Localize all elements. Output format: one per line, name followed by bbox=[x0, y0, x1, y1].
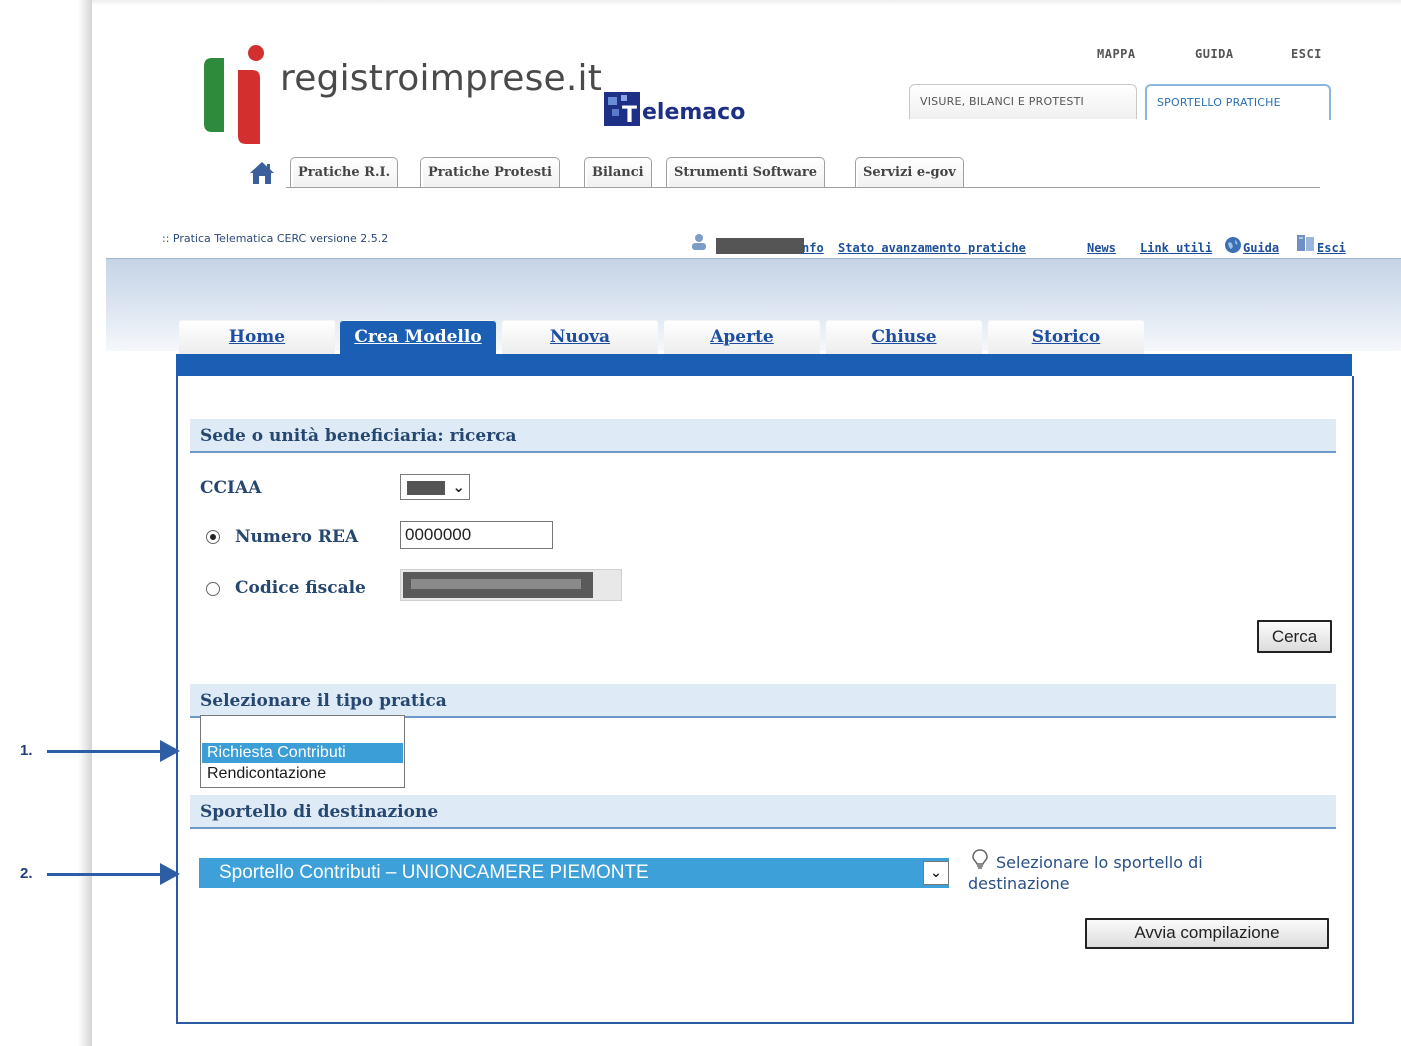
home-icon[interactable] bbox=[249, 160, 275, 186]
redacted-username bbox=[716, 238, 804, 254]
page-left-shadow bbox=[78, 0, 92, 1046]
page-top-edge bbox=[92, 0, 1401, 6]
tab-servizi-egov[interactable]: Servizi e-gov bbox=[855, 157, 964, 187]
brand-name[interactable]: registroimprese.it bbox=[280, 58, 602, 99]
tab-pratiche-ri[interactable]: Pratiche R.I. bbox=[290, 157, 399, 187]
top-link-guida[interactable]: GUIDA bbox=[1195, 47, 1234, 61]
esci-door-icon[interactable] bbox=[1296, 234, 1316, 252]
link-esci[interactable]: Esci bbox=[1317, 241, 1346, 255]
link-link-utili[interactable]: Link utili bbox=[1140, 241, 1212, 255]
main-tab-nuova[interactable]: Nuova bbox=[502, 320, 658, 356]
codice-fiscale-input[interactable] bbox=[400, 569, 622, 601]
step-1-label: 1. bbox=[20, 742, 33, 759]
telemaco-logo-icon: T bbox=[604, 92, 640, 126]
user-icon bbox=[692, 234, 706, 250]
tab-bilanci[interactable]: Bilanci bbox=[584, 157, 652, 187]
sportello-hint: Selezionare lo sportello di destinazione bbox=[968, 853, 1203, 893]
step-1-arrow-line bbox=[47, 750, 165, 753]
tipo-pratica-option-rendicontazione[interactable]: Rendicontazione bbox=[202, 764, 403, 784]
main-tab-crea-modello[interactable]: Crea Modello bbox=[340, 320, 496, 356]
arrow-right-icon bbox=[160, 863, 180, 885]
guida-globe-icon[interactable] bbox=[1224, 236, 1242, 254]
tipo-pratica-option-richiesta-contributi[interactable]: Richiesta Contributi bbox=[202, 743, 403, 763]
sportello-select[interactable]: Sportello Contributi – UNIONCAMERE PIEMO… bbox=[199, 858, 949, 888]
numero-rea-input[interactable]: 0000000 bbox=[400, 521, 553, 549]
link-info[interactable]: nfo bbox=[802, 241, 824, 255]
cciaa-label: CCIAA bbox=[200, 478, 262, 498]
nav-baseline bbox=[286, 187, 1320, 188]
telemaco-wordmark: elemaco bbox=[642, 100, 746, 125]
chevron-down-icon: ⌄ bbox=[923, 861, 949, 885]
tipo-pratica-listbox[interactable]: Richiesta Contributi Rendicontazione bbox=[200, 715, 405, 788]
top-link-mappa[interactable]: MAPPA bbox=[1097, 47, 1136, 61]
link-stato-avanzamento-pratiche[interactable]: Stato avanzamento pratiche bbox=[838, 241, 1026, 255]
cerca-button[interactable]: Cerca bbox=[1257, 620, 1332, 653]
telemaco-logo[interactable]: T elemaco bbox=[604, 92, 745, 126]
main-tab-storico[interactable]: Storico bbox=[988, 320, 1144, 356]
avvia-compilazione-button[interactable]: Avvia compilazione bbox=[1085, 918, 1329, 949]
radio-codice-fiscale[interactable] bbox=[206, 582, 220, 596]
tab-pratiche-protesti[interactable]: Pratiche Protesti bbox=[420, 157, 560, 187]
numero-rea-label: Numero REA bbox=[235, 527, 359, 547]
tab-strumenti-software[interactable]: Strumenti Software bbox=[666, 157, 826, 187]
tab-sportello-pratiche[interactable]: SPORTELLO PRATICHE bbox=[1145, 84, 1331, 120]
registroimprese-logo-icon[interactable] bbox=[202, 44, 272, 146]
main-tab-chiuse[interactable]: Chiuse bbox=[826, 320, 982, 356]
chevron-down-icon: ⌄ bbox=[452, 478, 465, 496]
section-title-tipo-pratica: Selezionare il tipo pratica bbox=[190, 684, 1336, 718]
main-tab-aperte[interactable]: Aperte bbox=[664, 320, 820, 356]
link-guida[interactable]: Guida bbox=[1243, 241, 1279, 255]
step-2-arrow-line bbox=[47, 873, 165, 876]
tab-visure-bilanci-protesti[interactable]: VISURE, BILANCI E PROTESTI bbox=[909, 84, 1137, 119]
radio-numero-rea[interactable] bbox=[206, 530, 220, 544]
redacted-cciaa-value bbox=[407, 481, 445, 495]
codice-fiscale-label: Codice fiscale bbox=[235, 578, 366, 598]
cciaa-select[interactable]: ⌄ bbox=[400, 474, 470, 500]
section-title-sportello: Sportello di destinazione bbox=[190, 795, 1336, 829]
step-2-label: 2. bbox=[20, 865, 33, 882]
link-news[interactable]: News bbox=[1087, 241, 1116, 255]
top-link-esci[interactable]: ESCI bbox=[1291, 47, 1322, 61]
arrow-right-icon bbox=[160, 740, 180, 762]
tipo-pratica-option-empty[interactable] bbox=[202, 717, 403, 737]
version-text: :: Pratica Telematica CERC versione 2.5.… bbox=[162, 232, 389, 245]
section-title-ricerca: Sede o unità beneficiaria: ricerca bbox=[190, 419, 1336, 453]
main-tab-bar bbox=[176, 354, 1352, 376]
sportello-selected-value: Sportello Contributi – UNIONCAMERE PIEMO… bbox=[219, 862, 649, 883]
main-tab-home[interactable]: Home bbox=[179, 320, 335, 356]
